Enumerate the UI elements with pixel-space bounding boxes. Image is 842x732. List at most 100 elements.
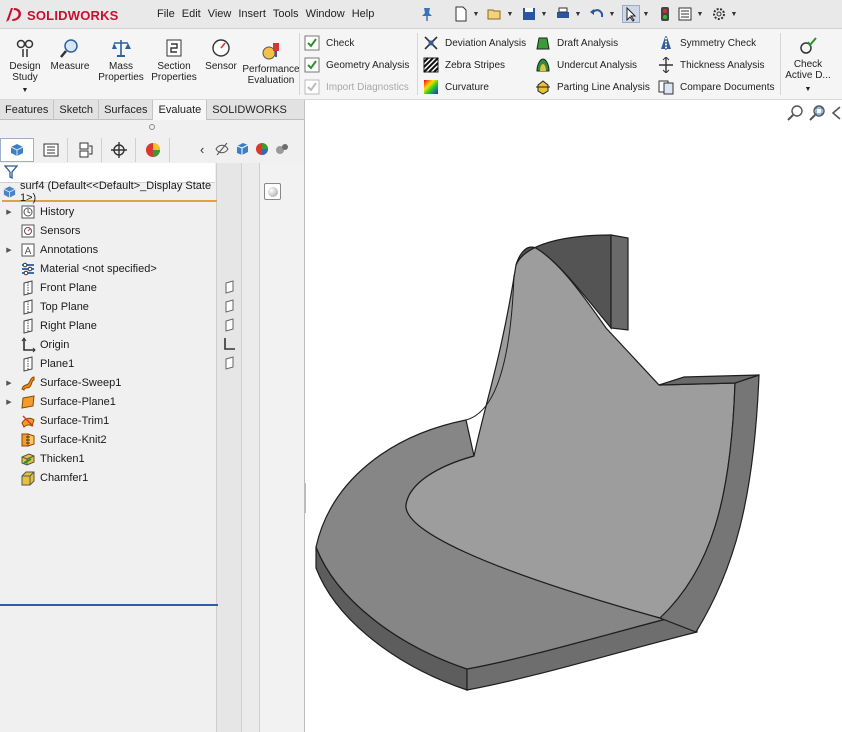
chevron-down-icon[interactable]: ▼ xyxy=(574,11,582,18)
options-gear-icon[interactable] xyxy=(710,5,728,23)
tree-item-surface-knit2[interactable]: Surface-Knit2 xyxy=(0,430,216,449)
menu-help[interactable]: Help xyxy=(352,8,382,20)
display-state-icon[interactable] xyxy=(264,183,281,200)
scenes-icon[interactable] xyxy=(274,141,290,157)
section-properties-button[interactable]: Section Properties xyxy=(150,37,198,83)
tree-item-label: Top Plane xyxy=(40,300,89,313)
plane-visibility-icon[interactable] xyxy=(222,356,236,370)
tab-sketch[interactable]: Sketch xyxy=(54,100,100,120)
zebra-stripes-button[interactable]: Zebra Stripes xyxy=(423,56,531,74)
tree-item-surface-trim1[interactable]: Surface-Trim1 xyxy=(0,411,216,430)
origin-visibility-icon[interactable] xyxy=(222,337,236,351)
rebuild-icon[interactable] xyxy=(656,5,674,23)
graphics-area[interactable] xyxy=(306,100,842,732)
new-document-icon[interactable] xyxy=(452,5,470,23)
appearance-icon[interactable] xyxy=(254,141,270,157)
expand-arrow-icon[interactable]: ▶ xyxy=(4,398,14,406)
chevron-down-icon[interactable]: ▼ xyxy=(730,11,738,18)
symmetry-check-button[interactable]: Symmetry Check xyxy=(658,34,778,52)
undercut-analysis-button[interactable]: Undercut Analysis xyxy=(535,56,653,74)
tree-root-part[interactable]: surf4 (Default<<Default>_Display State 1… xyxy=(2,180,217,204)
chevron-down-icon[interactable]: ▼ xyxy=(506,11,514,18)
view-orientation-icon[interactable] xyxy=(234,141,250,157)
configurationmanager-tab[interactable] xyxy=(68,138,102,162)
draft-analysis-button[interactable]: Draft Analysis xyxy=(535,34,653,52)
tree-item-surface-plane1[interactable]: ▶ Surface-Plane1 xyxy=(0,392,216,411)
thickness-analysis-button[interactable]: Thickness Analysis xyxy=(658,56,778,74)
tree-item-thicken1[interactable]: Thicken1 xyxy=(0,449,216,468)
menu-file[interactable]: File xyxy=(157,8,182,20)
material-icon xyxy=(20,261,36,277)
pin-menu-icon[interactable] xyxy=(420,6,434,22)
chevron-down-icon[interactable]: ▼ xyxy=(642,11,650,18)
rollback-bar[interactable] xyxy=(0,604,218,606)
geometry-analysis-button[interactable]: Geometry Analysis xyxy=(304,56,416,74)
plane-visibility-icon[interactable] xyxy=(222,318,236,332)
tree-item-chamfer1[interactable]: Chamfer1 xyxy=(0,468,216,487)
chevron-down-icon[interactable]: ▼ xyxy=(540,11,548,18)
filter-icon[interactable] xyxy=(4,165,18,180)
solidworks-logo[interactable]: SOLIDWORKS xyxy=(4,5,119,25)
tree-item-top-plane[interactable]: Top Plane xyxy=(0,297,216,316)
menu-edit[interactable]: Edit xyxy=(182,8,208,20)
mass-properties-button[interactable]: Mass Properties xyxy=(96,37,146,83)
performance-evaluation-button[interactable]: Performance Evaluation xyxy=(240,40,302,86)
tree-item-material[interactable]: Material <not specified> xyxy=(0,259,216,278)
chevron-down-icon[interactable]: ▼ xyxy=(696,11,704,18)
expand-arrow-icon[interactable]: ▶ xyxy=(4,246,14,254)
save-icon[interactable] xyxy=(520,5,538,23)
tree-item-sensors[interactable]: Sensors xyxy=(0,221,216,240)
check-button[interactable]: Check xyxy=(304,34,416,52)
select-arrow-icon[interactable] xyxy=(622,5,640,23)
tree-item-right-plane[interactable]: Right Plane xyxy=(0,316,216,335)
tree-item-annotations[interactable]: ▶ A Annotations xyxy=(0,240,216,259)
sensor-button[interactable]: Sensor xyxy=(202,37,240,72)
measure-button[interactable]: Measure xyxy=(48,37,92,72)
chevron-down-icon[interactable]: ▼ xyxy=(6,85,44,96)
plane-visibility-icon[interactable] xyxy=(222,280,236,294)
expand-arrow-icon[interactable]: ▶ xyxy=(4,379,14,387)
tree-item-label: Plane1 xyxy=(40,357,75,370)
open-icon[interactable] xyxy=(486,5,504,23)
3d-model-view[interactable] xyxy=(306,100,842,732)
tree-item-origin[interactable]: Origin xyxy=(0,335,216,354)
undo-icon[interactable] xyxy=(588,5,606,23)
panel-splitter-handle[interactable] xyxy=(149,124,155,130)
menu-bar: SOLIDWORKS File Edit View Insert Tools Window… xyxy=(0,0,842,29)
tree-item-front-plane[interactable]: Front Plane xyxy=(0,278,216,297)
curvature-button[interactable]: Curvature xyxy=(423,78,531,96)
tab-evaluate[interactable]: Evaluate xyxy=(153,100,208,120)
plane-icon xyxy=(20,279,36,296)
tree-item-surface-sweep1[interactable]: ▶ Surface-Sweep1 xyxy=(0,373,216,392)
tab-surfaces[interactable]: Surfaces xyxy=(99,100,154,120)
hide-show-icon[interactable] xyxy=(214,141,230,157)
displaymanager-tab[interactable] xyxy=(136,138,170,162)
menu-tools[interactable]: Tools xyxy=(273,8,306,20)
section-properties-icon xyxy=(163,37,185,59)
chevron-down-icon[interactable]: ▼ xyxy=(472,11,480,18)
tab-features[interactable]: Features xyxy=(0,100,55,120)
collapse-arrow-icon[interactable]: ‹ xyxy=(200,142,204,157)
import-diagnostics-button[interactable]: Import Diagnostics xyxy=(304,78,416,96)
chevron-down-icon[interactable]: ▼ xyxy=(608,11,616,18)
featuremanager-tab[interactable] xyxy=(0,138,34,162)
propertymanager-tab[interactable] xyxy=(34,138,68,162)
parting-line-analysis-button[interactable]: Parting Line Analysis xyxy=(535,78,653,96)
dimxpertmanager-tab[interactable] xyxy=(102,138,136,162)
print-icon[interactable] xyxy=(554,5,572,23)
menu-window[interactable]: Window xyxy=(306,8,352,20)
check-active-document-button[interactable]: Check Active D... ▼ xyxy=(784,35,832,95)
menu-view[interactable]: View xyxy=(208,8,239,20)
plane-visibility-icon[interactable] xyxy=(222,299,236,313)
file-properties-icon[interactable] xyxy=(676,5,694,23)
tree-item-plane1[interactable]: Plane1 xyxy=(0,354,216,373)
compare-documents-button[interactable]: Compare Documents xyxy=(658,78,778,96)
design-study-button[interactable]: Design Study ▼ xyxy=(6,37,44,96)
deviation-analysis-button[interactable]: Deviation Analysis xyxy=(423,34,531,52)
tab-solidworks-mbd[interactable]: SOLIDWORKS MBD xyxy=(207,100,305,136)
menu-insert[interactable]: Insert xyxy=(238,8,273,20)
tree-item-history[interactable]: ▶ History xyxy=(0,202,216,221)
tree-gutter xyxy=(242,163,260,732)
expand-arrow-icon[interactable]: ▶ xyxy=(4,208,14,216)
surface-sweep-icon xyxy=(20,375,36,391)
